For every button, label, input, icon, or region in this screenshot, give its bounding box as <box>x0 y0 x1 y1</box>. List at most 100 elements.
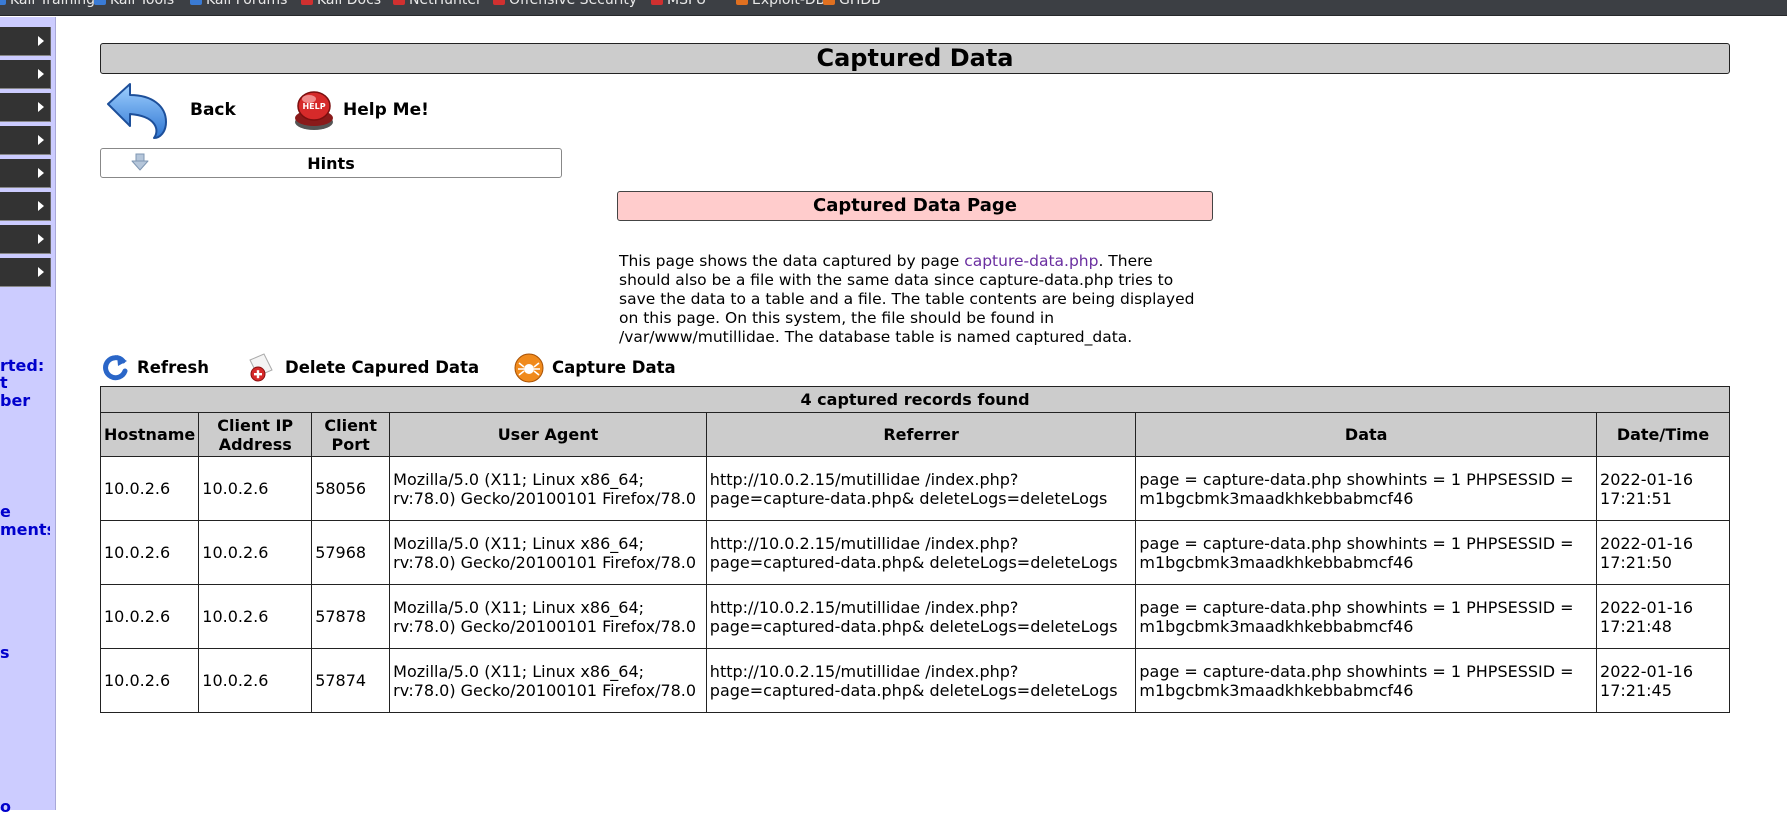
bookmark-ghdb[interactable]: GHDB <box>823 0 881 8</box>
cell-data: page = capture-data.php showhints = 1 PH… <box>1135 520 1598 585</box>
table-row: 10.0.2.6 10.0.2.6 57874 Mozilla/5.0 (X11… <box>99 648 1730 713</box>
cell-datetime: 2022-01-16 17:21:50 <box>1596 520 1730 585</box>
svg-text:HELP: HELP <box>302 102 325 111</box>
capture-data-button[interactable]: Capture Data <box>514 350 676 384</box>
bookmark-msfu[interactable]: MSFU <box>651 0 706 8</box>
cell-client-ip: 10.0.2.6 <box>198 456 313 521</box>
chevron-right-icon <box>38 135 44 145</box>
help-button[interactable]: HELP Help Me! <box>292 88 432 136</box>
captured-data-table: 4 captured records found Hostname Client… <box>99 386 1730 713</box>
sidebar-menu-item[interactable] <box>0 60 51 89</box>
records-count: 4 captured records found <box>100 386 1730 413</box>
bookmark-label: Kali Training <box>10 0 95 8</box>
bookmark-label: MSFU <box>667 0 707 8</box>
cell-client-ip: 10.0.2.6 <box>198 648 313 713</box>
bookmark-kali-training[interactable]: Kali Training <box>0 0 95 8</box>
cell-client-ip: 10.0.2.6 <box>198 584 313 649</box>
cell-datetime: 2022-01-16 17:21:51 <box>1596 456 1730 521</box>
column-header-hostname: Hostname <box>99 412 200 457</box>
refresh-icon <box>103 355 128 381</box>
bookmark-label: GHDB <box>839 0 881 8</box>
sidebar-text[interactable]: t <box>0 373 50 392</box>
sidebar-menu-item[interactable] <box>0 27 51 56</box>
exploitdb-icon <box>736 0 748 5</box>
capture-spider-icon <box>514 353 544 383</box>
bookmark-offensive-security[interactable]: Offensive Security <box>493 0 637 8</box>
kali-forums-icon <box>190 0 202 5</box>
cell-client-ip: 10.0.2.6 <box>198 520 313 585</box>
column-header-client-ip: Client IP Address <box>198 412 313 457</box>
table-row: 10.0.2.6 10.0.2.6 57968 Mozilla/5.0 (X11… <box>99 520 1730 585</box>
back-button[interactable]: Back <box>104 80 244 140</box>
cell-client-port: 57874 <box>311 648 391 713</box>
column-header-datetime: Date/Time <box>1596 412 1730 457</box>
cell-user-agent: Mozilla/5.0 (X11; Linux x86_64; rv:78.0)… <box>389 584 707 649</box>
sidebar-menu-item[interactable] <box>0 126 51 155</box>
page-description: This page shows the data captured by pag… <box>619 252 1205 347</box>
sidebar-menu-item[interactable] <box>0 192 51 221</box>
sidebar-text[interactable]: s <box>0 643 50 662</box>
cell-client-port: 57878 <box>311 584 391 649</box>
column-header-client-port: Client Port <box>311 412 391 457</box>
page-title: Captured Data <box>100 43 1730 74</box>
bookmark-label: Kali Forums <box>206 0 288 8</box>
table-row: 10.0.2.6 10.0.2.6 57878 Mozilla/5.0 (X11… <box>99 584 1730 649</box>
msfu-icon <box>651 0 663 5</box>
capture-data-label: Capture Data <box>552 358 676 377</box>
section-header: Captured Data Page <box>617 191 1213 221</box>
sidebar-text[interactable]: o <box>0 797 50 816</box>
bookmark-exploit-db[interactable]: Exploit-DB <box>736 0 825 8</box>
cell-hostname: 10.0.2.6 <box>99 584 200 649</box>
cell-user-agent: Mozilla/5.0 (X11; Linux x86_64; rv:78.0)… <box>389 456 707 521</box>
bookmark-label: NetHunter <box>409 0 482 8</box>
ghdb-icon <box>823 0 835 5</box>
nethunter-icon <box>393 0 405 5</box>
sidebar-menu-item[interactable] <box>0 93 51 122</box>
sidebar: rted: t ber e ments s o <box>0 17 56 816</box>
cell-referrer: http://10.0.2.15/mutillidae /index.php?p… <box>705 648 1137 713</box>
capture-data-link[interactable]: capture-data.php <box>964 252 1098 270</box>
bookmark-kali-forums[interactable]: Kali Forums <box>190 0 287 8</box>
cell-referrer: http://10.0.2.15/mutillidae /index.php?p… <box>705 520 1137 585</box>
offsec-icon <box>493 0 505 5</box>
bookmark-label: Kali Tools <box>110 0 175 8</box>
back-label: Back <box>190 100 236 120</box>
bookmark-kali-docs[interactable]: Kali Docs <box>301 0 381 8</box>
chevron-right-icon <box>38 267 44 277</box>
sidebar-menu-item[interactable] <box>0 258 51 287</box>
bookmark-kali-tools[interactable]: Kali Tools <box>94 0 174 8</box>
bookmark-label: Kali Docs <box>317 0 382 8</box>
table-row: 10.0.2.6 10.0.2.6 58056 Mozilla/5.0 (X11… <box>99 456 1730 521</box>
refresh-label: Refresh <box>137 358 209 377</box>
hints-toggle[interactable]: Hints <box>100 148 562 178</box>
bookmark-nethunter[interactable]: NetHunter <box>393 0 482 8</box>
delete-document-icon <box>249 353 273 382</box>
cell-user-agent: Mozilla/5.0 (X11; Linux x86_64; rv:78.0)… <box>389 648 707 713</box>
cell-hostname: 10.0.2.6 <box>99 520 200 585</box>
cell-referrer: http://10.0.2.15/mutillidae /index.php?p… <box>705 456 1137 521</box>
delete-label: Delete Capured Data <box>285 358 480 377</box>
sidebar-text[interactable]: ber <box>0 391 50 410</box>
kali-training-icon <box>0 0 6 5</box>
column-header-referrer: Referrer <box>705 412 1137 457</box>
sidebar-menu-item[interactable] <box>0 225 51 254</box>
column-header-user-agent: User Agent <box>389 412 707 457</box>
help-button-icon: HELP <box>295 91 333 130</box>
cell-data: page = capture-data.php showhints = 1 PH… <box>1135 648 1598 713</box>
kali-docs-icon <box>301 0 313 5</box>
cell-referrer: http://10.0.2.15/mutillidae /index.php?p… <box>705 584 1137 649</box>
cell-client-port: 58056 <box>311 456 391 521</box>
sidebar-menu-item[interactable] <box>0 159 51 188</box>
cell-datetime: 2022-01-16 17:21:48 <box>1596 584 1730 649</box>
chevron-right-icon <box>38 201 44 211</box>
hints-label: Hints <box>307 154 355 173</box>
chevron-right-icon <box>38 36 44 46</box>
sidebar-text[interactable]: e <box>0 502 50 521</box>
sidebar-text[interactable]: ments <box>0 520 50 539</box>
cell-data: page = capture-data.php showhints = 1 PH… <box>1135 584 1598 649</box>
cell-client-port: 57968 <box>311 520 391 585</box>
chevron-right-icon <box>38 102 44 112</box>
bookmark-label: Exploit-DB <box>752 0 826 8</box>
refresh-button[interactable]: Refresh <box>101 350 211 384</box>
delete-captured-data-button[interactable]: Delete Capured Data <box>246 350 480 384</box>
